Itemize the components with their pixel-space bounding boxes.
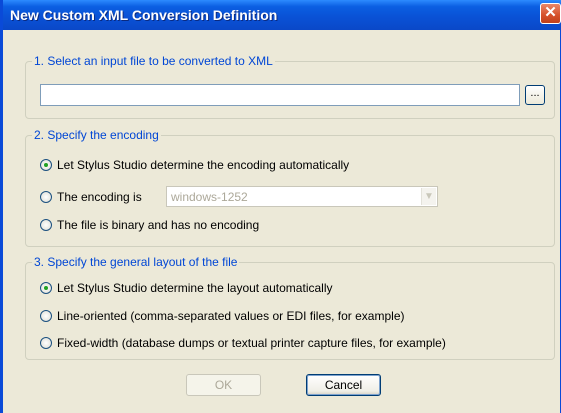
- input-file-field[interactable]: [40, 84, 520, 106]
- radio-encoding-binary[interactable]: The file is binary and has no encoding: [40, 218, 259, 232]
- browse-button[interactable]: ...: [525, 85, 545, 105]
- radio-encoding-specific-label: The encoding is: [57, 190, 142, 204]
- radio-layout-fixed-label: Fixed-width (database dumps or textual p…: [57, 336, 446, 350]
- input-file-group: 1. Select an input file to be converted …: [25, 54, 555, 119]
- cancel-button-label: Cancel: [324, 378, 363, 392]
- radio-layout-auto[interactable]: Let Stylus Studio determine the layout a…: [40, 281, 332, 295]
- chevron-down-icon: ▼: [421, 188, 436, 205]
- radio-layout-line[interactable]: Line-oriented (comma-separated values or…: [40, 309, 404, 323]
- layout-group: 3. Specify the general layout of the fil…: [25, 255, 555, 360]
- encoding-group: 2. Specify the encoding Let Stylus Studi…: [25, 128, 555, 247]
- radio-layout-line-label: Line-oriented (comma-separated values or…: [57, 309, 405, 323]
- radio-button-checked[interactable]: [40, 159, 52, 171]
- radio-layout-auto-label: Let Stylus Studio determine the layout a…: [57, 281, 333, 295]
- radio-button[interactable]: [40, 337, 52, 349]
- radio-button-checked[interactable]: [40, 282, 52, 294]
- radio-encoding-auto[interactable]: Let Stylus Studio determine the encoding…: [40, 158, 349, 172]
- radio-layout-fixed[interactable]: Fixed-width (database dumps or textual p…: [40, 336, 446, 350]
- ok-button-label: OK: [214, 378, 233, 392]
- radio-button[interactable]: [40, 310, 52, 322]
- encoding-legend: 2. Specify the encoding: [32, 128, 161, 142]
- dialog-window: New Custom XML Conversion Definition ✕ 1…: [0, 0, 561, 413]
- radio-button[interactable]: [40, 191, 52, 203]
- title-bar[interactable]: New Custom XML Conversion Definition ✕: [3, 0, 561, 30]
- dialog-title: New Custom XML Conversion Definition: [10, 7, 278, 23]
- input-file-legend: 1. Select an input file to be converted …: [32, 54, 275, 68]
- radio-encoding-binary-label: The file is binary and has no encoding: [57, 218, 260, 232]
- radio-button[interactable]: [40, 219, 52, 231]
- radio-encoding-specific[interactable]: The encoding is: [40, 190, 142, 204]
- layout-legend: 3. Specify the general layout of the fil…: [32, 255, 240, 269]
- browse-button-label: ...: [530, 87, 540, 99]
- close-icon: ✕: [544, 4, 557, 21]
- radio-encoding-auto-label: Let Stylus Studio determine the encoding…: [57, 158, 350, 172]
- cancel-button[interactable]: Cancel: [306, 374, 381, 396]
- encoding-select-value: windows-1252: [171, 190, 248, 204]
- encoding-select[interactable]: windows-1252 ▼: [166, 186, 438, 207]
- close-button[interactable]: ✕: [540, 3, 561, 24]
- ok-button[interactable]: OK: [186, 374, 261, 396]
